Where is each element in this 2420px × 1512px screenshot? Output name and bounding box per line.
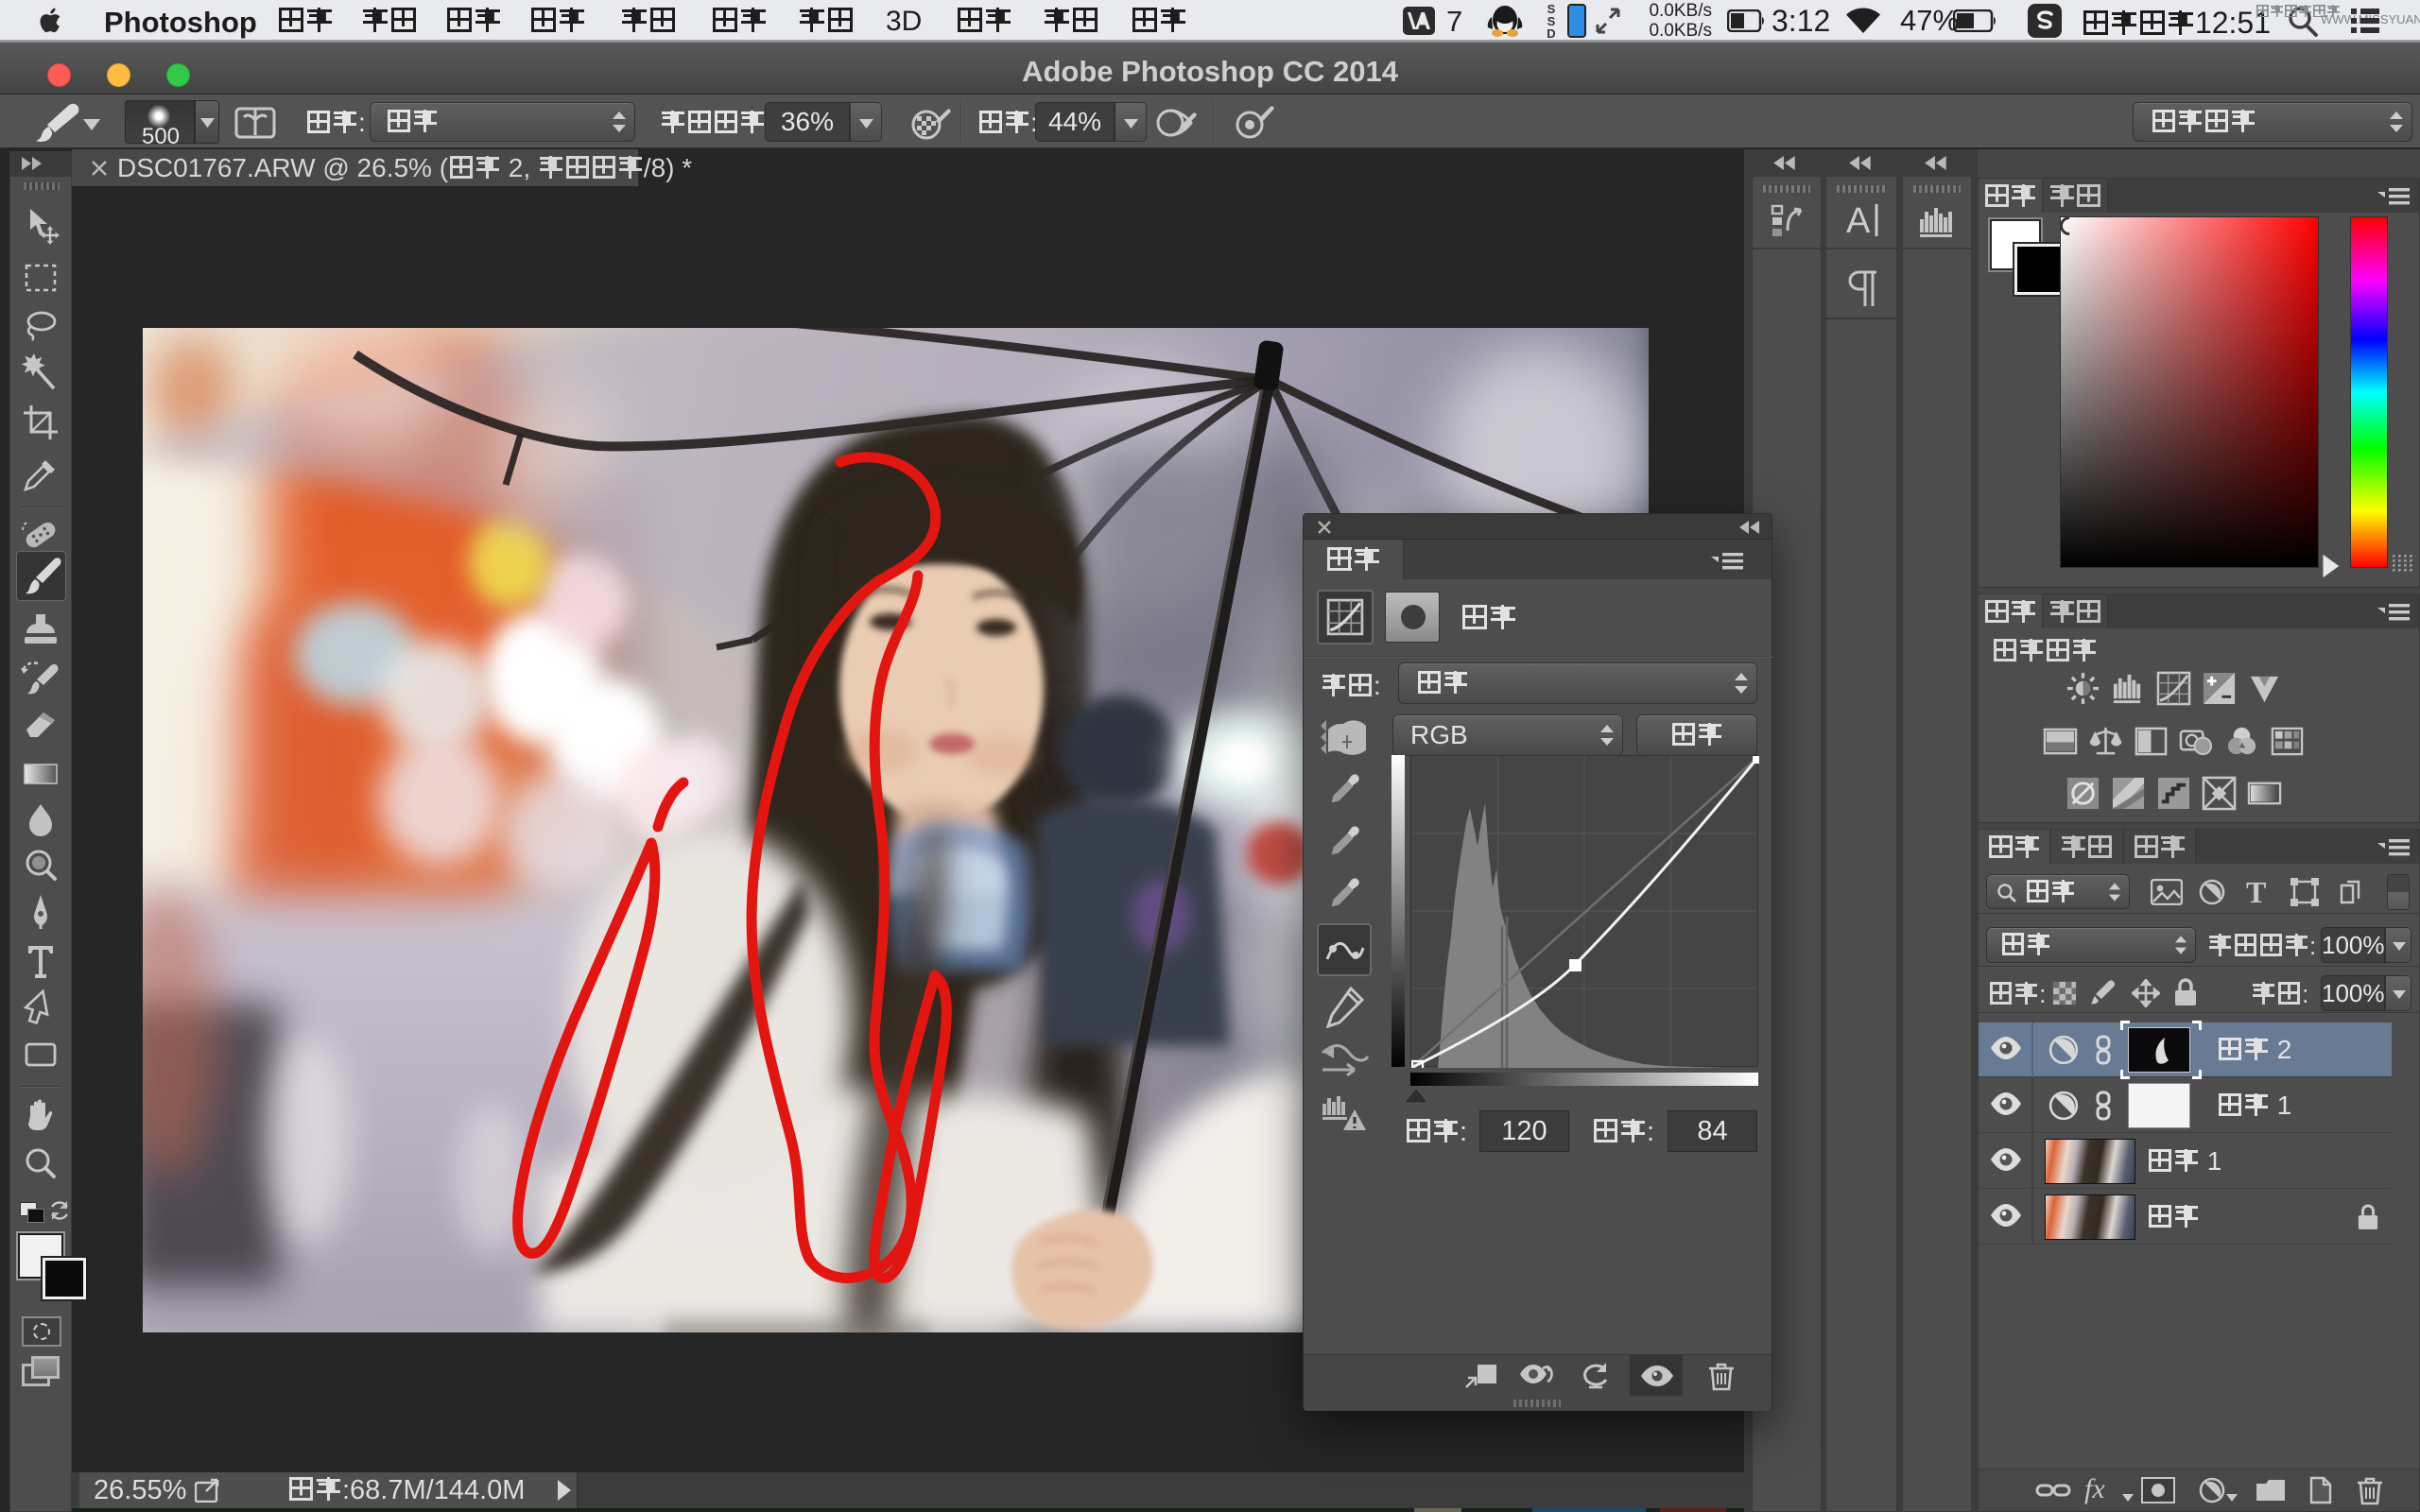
svg-text:A: A (1846, 201, 1871, 241)
